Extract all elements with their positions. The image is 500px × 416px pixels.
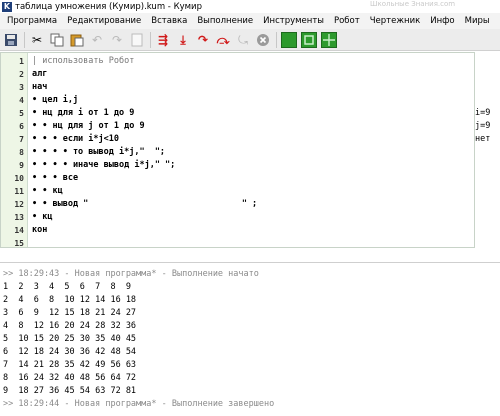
copy-icon[interactable]	[49, 32, 65, 48]
step-in-icon[interactable]: ⤓	[175, 32, 191, 48]
code-editor[interactable]: 1 2 3 4 5 6 7 8 9 10 11 12 13 14 15 | ис…	[0, 52, 475, 248]
debug-icon[interactable]: ⤿	[235, 32, 251, 48]
line-number: 12	[14, 200, 24, 209]
save-icon[interactable]	[3, 32, 19, 48]
line-number: 9	[19, 161, 24, 170]
console-output-row: 3 6 9 12 15 18 21 24 27	[3, 308, 137, 318]
line-number: 2	[19, 70, 24, 79]
line-number: 6	[19, 122, 24, 131]
code-line: • • • • то вывод i*j," ";	[32, 147, 166, 157]
menu-drawer[interactable]: Чертежник	[365, 16, 426, 26]
console-output-row: 8 16 24 32 40 48 56 64 72	[3, 373, 137, 383]
line-number: 5	[19, 109, 24, 118]
undo-icon[interactable]: ↶	[89, 32, 105, 48]
code-area[interactable]: | использовать Робот алг нач • цел i,j •…	[32, 53, 474, 247]
code-line: • кц	[32, 212, 53, 222]
menu-robot[interactable]: Робот	[329, 16, 365, 26]
robot-panel-icon[interactable]	[301, 31, 317, 48]
menu-tools[interactable]: Инструменты	[258, 16, 329, 26]
console-status-start: >> 18:29:43 - Новая программа* - Выполне…	[3, 269, 259, 279]
code-line: • • нц для j от 1 до 9	[32, 121, 145, 131]
line-number: 11	[14, 187, 24, 196]
step-out-icon[interactable]: ↷	[195, 32, 211, 48]
console-status-end: >> 18:29:44 - Новая программа* - Выполне…	[3, 399, 275, 409]
toolbar-separator	[150, 31, 151, 48]
redo-icon[interactable]: ↷	[109, 32, 125, 48]
toolbar-separator	[24, 31, 25, 48]
code-line: • нц для i от 1 до 9	[32, 108, 135, 118]
kumir-app-icon: K	[2, 1, 12, 12]
menu-info[interactable]: Инфо	[425, 16, 459, 26]
line-number-gutter: 1 2 3 4 5 6 7 8 9 10 11 12 13 14 15	[1, 53, 28, 247]
menu-run[interactable]: Выполнение	[192, 16, 258, 26]
menu-bar: Программа Редактирование Вставка Выполне…	[0, 13, 500, 29]
line-number: 4	[19, 96, 24, 105]
line-number: 1	[19, 57, 24, 66]
line-number: 7	[19, 135, 24, 144]
watermark: Школьные Знания.com	[370, 0, 456, 8]
line-number: 14	[14, 226, 24, 235]
line-number: 8	[19, 148, 24, 157]
margin-value: i=9	[475, 108, 491, 118]
title-bar: K таблица умножения (Кумир).kum - Кумир …	[0, 0, 500, 13]
console-output-row: 6 12 18 24 30 36 42 48 54	[3, 347, 137, 357]
cut-icon[interactable]: ✂	[29, 32, 45, 48]
code-line: • • вывод " " ;	[32, 199, 258, 209]
step-over-icon[interactable]: ⇶	[155, 32, 171, 48]
console-output-row: 2 4 6 8 10 12 14 16 18	[3, 295, 137, 305]
run-icon[interactable]: ⤼	[215, 32, 231, 48]
code-line: • • • все	[32, 173, 79, 183]
toolbar: ✂ ↶ ↷ ⇶ ⤓ ↷ ⤼ ⤿	[0, 29, 500, 51]
line-number: 15	[14, 239, 24, 248]
code-line: • • кц	[32, 186, 63, 196]
line-number: 10	[14, 174, 24, 183]
paste-icon[interactable]	[69, 32, 85, 48]
output-console[interactable]: >> 18:29:43 - Новая программа* - Выполне…	[0, 262, 500, 416]
code-line: • • • если i*j<10	[32, 134, 119, 144]
menu-worlds[interactable]: Миры	[460, 16, 495, 26]
console-output-row: 5 10 15 20 25 30 35 40 45	[3, 334, 137, 344]
window-title: таблица умножения (Кумир).kum - Кумир	[15, 1, 202, 12]
stop-icon[interactable]	[255, 32, 271, 48]
margin-value: j=9	[475, 121, 491, 131]
console-output-row: 9 18 27 36 45 54 63 72 81	[3, 386, 137, 396]
line-number: 13	[14, 213, 24, 222]
console-output-row: 4 8 12 16 20 24 28 32 36	[3, 321, 137, 331]
robot-view-icon[interactable]	[281, 31, 297, 48]
variables-margin: i=9 j=9 нет	[475, 52, 500, 248]
console-output-row: 7 14 21 28 35 42 49 56 63	[3, 360, 137, 370]
new-icon[interactable]	[129, 32, 145, 48]
menu-insert[interactable]: Вставка	[146, 16, 192, 26]
menu-program[interactable]: Программа	[2, 16, 62, 26]
code-line: • • • • иначе вывод i*j," ";	[32, 160, 176, 170]
toolbar-separator	[276, 31, 277, 48]
console-output-row: 1 2 3 4 5 6 7 8 9	[3, 282, 131, 292]
grid-icon[interactable]	[321, 31, 337, 48]
code-line: кон	[32, 225, 48, 235]
code-line: нач	[32, 82, 48, 92]
code-line: • цел i,j	[32, 95, 79, 105]
code-line: | использовать Робот	[32, 56, 135, 66]
code-line: алг	[32, 69, 48, 79]
line-number: 3	[19, 83, 24, 92]
menu-edit[interactable]: Редактирование	[62, 16, 146, 26]
margin-value: нет	[475, 134, 491, 144]
